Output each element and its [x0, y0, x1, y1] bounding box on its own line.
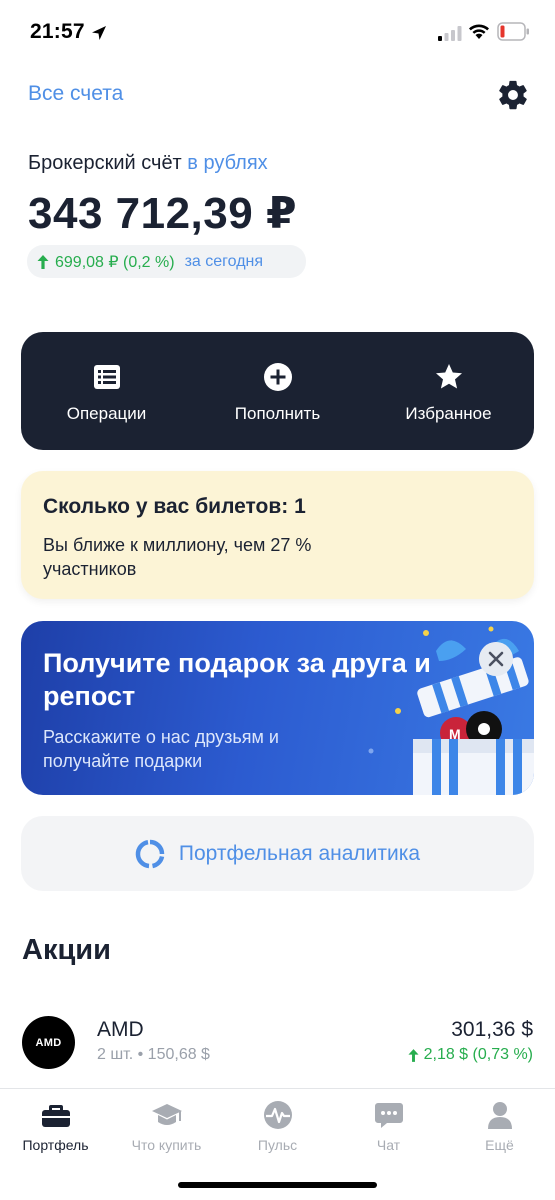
gear-icon[interactable]	[496, 78, 530, 112]
daily-change-value: 699,08 ₽ (0,2 %)	[55, 253, 175, 271]
stock-change-value: 2,18 $ (0,73 %)	[423, 1046, 533, 1063]
portfolio-analytics-button[interactable]: Портфельная аналитика	[21, 816, 534, 891]
tab-what-to-buy-label: Что купить	[131, 1137, 202, 1153]
list-icon	[93, 365, 120, 389]
stock-price: 301,36 $	[451, 1018, 533, 1041]
tickets-card[interactable]: Сколько у вас билетов: 1 Вы ближе к милл…	[21, 471, 534, 599]
account-name: Брокерский счёт	[28, 152, 182, 174]
currency-link[interactable]: в рублях	[187, 152, 267, 174]
amd-logo: AMD	[22, 1016, 75, 1069]
pulse-icon	[263, 1101, 292, 1129]
chat-icon	[374, 1103, 403, 1128]
pie-chart-icon	[135, 839, 165, 868]
stocks-section-title: Акции	[22, 934, 111, 966]
wifi-icon	[469, 24, 489, 39]
operations-button[interactable]: Операции	[21, 332, 192, 450]
briefcase-icon	[41, 1105, 70, 1127]
top-up-button[interactable]: Пополнить	[192, 332, 363, 450]
favorites-label: Избранное	[405, 404, 492, 423]
arrow-up-icon	[37, 254, 49, 269]
all-accounts-link[interactable]: Все счета	[28, 82, 123, 106]
status-time: 21:57	[30, 20, 85, 43]
tickets-text: Вы ближе к миллиону, чем 27 % участников	[43, 535, 312, 579]
stock-name: AMD	[97, 1018, 144, 1041]
profile-icon	[487, 1102, 512, 1129]
promo-title: Получите подарок за друга и репост	[43, 648, 431, 711]
star-icon	[435, 364, 462, 389]
tab-chat-label: Чат	[376, 1137, 401, 1153]
location-arrow-icon	[92, 26, 106, 40]
home-indicator	[178, 1182, 377, 1188]
operations-label: Операции	[66, 404, 147, 423]
daily-change-chip[interactable]: 699,08 ₽ (0,2 %) за сегодня	[27, 245, 306, 278]
tab-what-to-buy[interactable]: Что купить	[111, 1099, 222, 1153]
promo-text: Расскажите о нас друзьям и получайте под…	[43, 727, 279, 771]
arrow-up-icon	[408, 1048, 419, 1062]
account-balance: 343 712,39 ₽	[28, 189, 298, 238]
graduation-cap-icon	[151, 1104, 182, 1125]
tab-portfolio-label: Портфель	[22, 1137, 89, 1153]
tab-portfolio[interactable]: Портфель	[0, 1099, 111, 1153]
close-icon[interactable]	[479, 642, 513, 676]
battery-icon	[497, 22, 529, 41]
tab-pulse[interactable]: Пульс	[222, 1099, 333, 1153]
stock-change: 2,18 $ (0,73 %)	[408, 1046, 533, 1064]
referral-promo-banner[interactable]: M Получите подарок за друга и репост Рас…	[21, 621, 534, 795]
stock-row-amd[interactable]: AMD AMD 2 шт. • 150,68 $ 301,36 $ 2,18 $…	[0, 1008, 555, 1080]
tab-more-label: Ещё	[485, 1137, 514, 1153]
account-title: Брокерский счёт в рублях	[28, 152, 268, 175]
tab-more[interactable]: Ещё	[444, 1099, 555, 1153]
status-bar: 21:57	[0, 0, 555, 66]
stock-quantity: 2 шт. • 150,68 $	[97, 1046, 210, 1063]
tab-pulse-label: Пульс	[257, 1137, 298, 1153]
plus-circle-icon	[263, 363, 292, 391]
portfolio-analytics-label: Портфельная аналитика	[178, 841, 421, 865]
tickets-title: Сколько у вас билетов: 1	[43, 495, 306, 518]
favorites-button[interactable]: Избранное	[363, 332, 534, 450]
daily-change-period: за сегодня	[184, 252, 264, 270]
top-up-label: Пополнить	[234, 404, 321, 423]
quick-actions-panel: Операции Пополнить Избранное	[21, 332, 534, 450]
tab-chat[interactable]: Чат	[333, 1099, 444, 1153]
cellular-signal-icon	[438, 26, 462, 41]
